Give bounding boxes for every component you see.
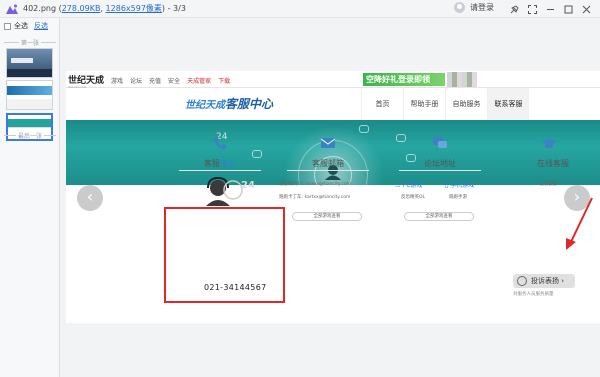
mail-icon: [320, 138, 336, 148]
forum-icon: [433, 137, 447, 148]
image-counter: 3/3: [173, 4, 186, 13]
nav-recharge[interactable]: 充值: [149, 76, 161, 85]
cs-nav-self-service[interactable]: 自助服务: [445, 88, 487, 120]
chevron-right-icon: ›: [561, 277, 565, 285]
thumbnail-sidebar: 全选 反选 第一张 最后一张: [0, 18, 60, 377]
nav-download[interactable]: 下载: [218, 76, 230, 85]
site-topnav: 世纪天成 tiancity.com 游戏 论坛 充值 安全 天成管家 下载 空降…: [66, 71, 600, 89]
complaint-button[interactable]: 投诉表扬 ›: [513, 274, 575, 288]
promo-banner[interactable]: 空降好礼登录即领: [363, 73, 445, 86]
email-line-2[interactable]: 跑跑卡丁车: kartxx@tiancity.com: [279, 194, 350, 200]
contact-panels: 客服电话 24 客服邮箱 反恐精英OL: xxxxx@tiancity.com …: [89, 125, 569, 235]
panel-email-title: 客服邮箱: [312, 159, 344, 168]
complaint-icon: [517, 276, 527, 286]
fullscreen-icon[interactable]: [526, 3, 538, 15]
panel-divider: [287, 170, 369, 171]
email-more-button[interactable]: 全部游戏查看: [292, 212, 362, 221]
select-all-label[interactable]: 全选: [14, 21, 28, 31]
cs-logo[interactable]: 世纪天成客服中心 SERVICE CENTER: [185, 95, 273, 112]
panel-forum-title: 论坛地址: [424, 159, 456, 168]
nav-manager[interactable]: 天成管家: [187, 76, 211, 85]
nav-forum[interactable]: 论坛: [130, 76, 142, 85]
pixelated-banner-image: [447, 72, 477, 87]
avatar[interactable]: [454, 2, 465, 13]
close-icon[interactable]: [580, 3, 592, 15]
viewer-titlebar: 402.png (278.09KB, 1286x597像素) - 3/3 请登录: [0, 0, 600, 18]
panel-divider: [399, 170, 481, 171]
restore-icon[interactable]: [562, 3, 574, 15]
select-all-checkbox[interactable]: [4, 22, 11, 30]
last-image-label: 最后一张: [4, 131, 56, 140]
site-logo[interactable]: 世纪天成 tiancity.com: [68, 73, 104, 89]
image-viewer-icon: [6, 4, 18, 14]
cs-nav: 首页 帮助手册 自助服务 联系客服: [361, 88, 529, 120]
forum-item-2[interactable]: 跑跑手游: [449, 194, 467, 200]
select-all-row: 全选 反选: [4, 21, 48, 31]
highlight-box: [164, 207, 285, 303]
headset-agent-icon: [206, 176, 243, 206]
nav-security[interactable]: 安全: [168, 76, 180, 85]
cs-nav-contact[interactable]: 联系客服: [487, 88, 529, 120]
file-size-link[interactable]: 278.09KB: [62, 4, 101, 13]
phone-icon: [214, 137, 226, 149]
panel-online: 在线客服 在线客服: [499, 125, 569, 235]
viewer-title: 402.png (278.09KB, 1286x597像素) - 3/3: [23, 4, 186, 13]
panel-phone-title: 客服电话: [204, 159, 236, 168]
online-service-link[interactable]: 在线客服: [539, 181, 557, 187]
first-image-label: 第一张: [4, 38, 56, 47]
forum-more-button[interactable]: 全部游戏查看: [404, 212, 474, 221]
forum-mobile-label[interactable]: ▯ 手机游戏: [445, 180, 474, 189]
thumbnail-2[interactable]: [6, 80, 53, 110]
title-separator: -: [165, 4, 174, 13]
site-nav: 游戏 论坛 充值 安全 天成管家 下载: [111, 76, 230, 85]
file-name: 402.png: [23, 4, 57, 13]
red-arrow-annotation: [566, 197, 593, 250]
cs-logo-english: SERVICE CENTER: [185, 106, 211, 110]
cs-header: 世纪天成客服中心 SERVICE CENTER 首页 帮助手册 自助服务 联系客…: [66, 88, 600, 120]
phone-24-badge: 24: [241, 180, 255, 191]
graduation-cap-icon: [542, 138, 556, 148]
panel-divider: [179, 170, 261, 171]
panel-email: 客服邮箱 反恐精英OL: xxxxx@tiancity.com 跑跑卡丁车: k…: [275, 125, 381, 235]
login-link[interactable]: 请登录: [470, 2, 494, 13]
login-area[interactable]: 请登录: [454, 2, 494, 13]
complaint-note: 对服务人员服务质量: [513, 292, 554, 297]
nav-games[interactable]: 游戏: [111, 76, 123, 85]
cs-nav-home[interactable]: 首页: [361, 88, 403, 120]
invert-selection-link[interactable]: 反选: [34, 21, 48, 31]
thumbnail-1[interactable]: [6, 48, 53, 78]
cs-nav-help[interactable]: 帮助手册: [403, 88, 445, 120]
minimize-icon[interactable]: [544, 3, 556, 15]
forum-item-1[interactable]: 反恐精英OL: [401, 194, 425, 200]
email-line-1[interactable]: 反恐精英OL: xxxxx@tiancity.com: [279, 181, 351, 187]
forum-pc-label[interactable]: ▭ PC游戏: [395, 180, 422, 189]
pin-icon[interactable]: [508, 3, 520, 15]
panel-online-title: 在线客服: [537, 159, 569, 168]
cs-logo-subtitle: 客服中心: [225, 97, 274, 111]
panel-forum: 论坛地址 ▭ PC游戏 ▯ 手机游戏 反恐精英OL 跑跑手游 全部游戏查看: [387, 125, 493, 235]
file-dimensions-link[interactable]: 1286x597像素: [106, 4, 162, 13]
